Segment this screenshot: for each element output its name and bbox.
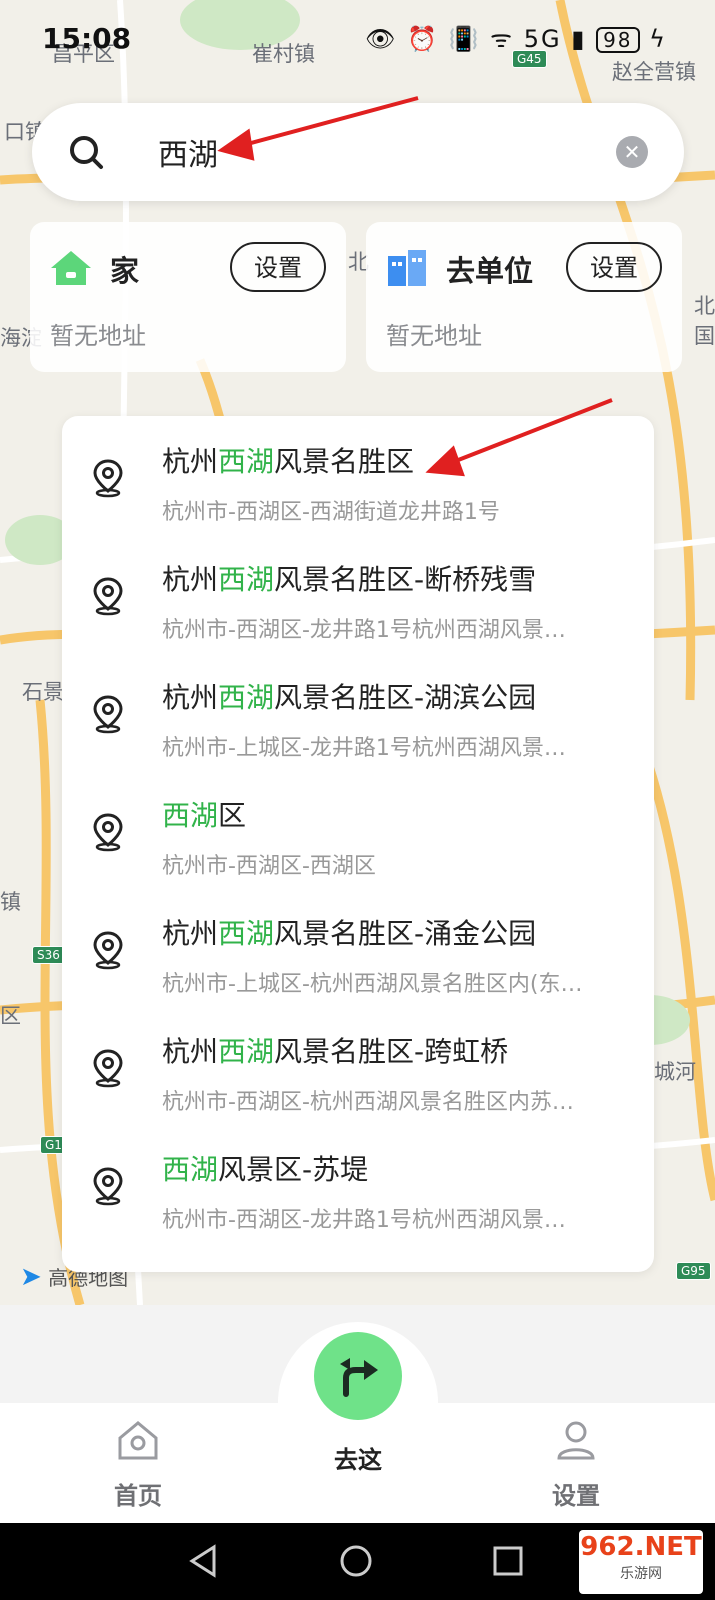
battery-icon: 98 bbox=[596, 27, 640, 53]
result-name: 杭州西湖风景名胜区-断桥残雪 bbox=[162, 558, 536, 598]
home-icon bbox=[118, 1421, 158, 1460]
result-item[interactable]: 杭州西湖风景名胜区-湖滨公园 杭州市-上城区-龙井路1号杭州西湖风景… bbox=[62, 660, 654, 780]
tab-settings-label: 设置 bbox=[552, 1482, 600, 1510]
result-name-prefix: 杭州 bbox=[162, 1035, 219, 1068]
result-name-suffix: 风景区-苏堤 bbox=[218, 1153, 369, 1186]
result-name: 西湖风景区-苏堤 bbox=[162, 1148, 368, 1188]
map-label: 城河 bbox=[654, 1060, 696, 1084]
result-name-prefix: 杭州 bbox=[162, 563, 219, 596]
location-pin-icon bbox=[93, 695, 123, 734]
result-address: 杭州市-西湖区-龙井路1号杭州西湖风景… bbox=[162, 1208, 566, 1233]
search-input[interactable]: 西湖 bbox=[158, 130, 218, 174]
result-name: 杭州西湖风景名胜区 bbox=[162, 440, 414, 480]
watermark-logo-text: 962.NET bbox=[580, 1532, 702, 1562]
status-indicator-icons: 👁 ⏰ 📳 ᯤ 5G ▮ bbox=[365, 25, 587, 53]
route-arrow-icon bbox=[340, 1358, 378, 1397]
home-circle-icon[interactable] bbox=[338, 1543, 374, 1579]
result-address: 杭州市-西湖区-西湖街道龙井路1号 bbox=[162, 500, 500, 525]
back-icon[interactable] bbox=[186, 1543, 222, 1579]
set-home-button[interactable]: 设置 bbox=[230, 242, 326, 292]
road-shield: G95 bbox=[676, 1262, 711, 1280]
location-pin-icon bbox=[93, 813, 123, 852]
tab-settings[interactable]: 设置 bbox=[506, 1418, 646, 1511]
set-work-button[interactable]: 设置 bbox=[566, 242, 662, 292]
tab-home[interactable]: 首页 bbox=[68, 1418, 208, 1511]
location-pin-icon bbox=[93, 1167, 123, 1206]
result-item[interactable]: 西湖区 杭州市-西湖区-西湖区 bbox=[62, 778, 654, 898]
result-address: 杭州市-西湖区-杭州西湖风景名胜区内苏… bbox=[162, 1090, 574, 1115]
watermark-logo: 962.NET 乐游网 bbox=[579, 1530, 703, 1594]
search-results-list: 杭州西湖风景名胜区 杭州市-西湖区-西湖街道龙井路1号 杭州西湖风景名胜区-断桥… bbox=[62, 416, 654, 1272]
go-here-button[interactable] bbox=[314, 1332, 402, 1420]
result-item[interactable]: 杭州西湖风景名胜区-跨虹桥 杭州市-西湖区-杭州西湖风景名胜区内苏… bbox=[62, 1014, 654, 1134]
result-name: 西湖区 bbox=[162, 794, 246, 834]
result-address: 杭州市-西湖区-龙井路1号杭州西湖风景… bbox=[162, 618, 566, 643]
location-pin-icon bbox=[93, 459, 123, 498]
map-label: 北国 bbox=[694, 294, 715, 348]
result-name-suffix: 风景名胜区-涌金公园 bbox=[274, 917, 537, 950]
result-name-suffix: 区 bbox=[218, 799, 247, 832]
work-address: 暂无地址 bbox=[386, 322, 482, 350]
result-name-suffix: 风景名胜区-断桥残雪 bbox=[274, 563, 537, 596]
status-bar: 15:08 👁 ⏰ 📳 ᯤ 5G ▮ 98 ϟ bbox=[0, 0, 715, 70]
result-name-suffix: 风景名胜区 bbox=[274, 445, 415, 478]
home-card[interactable]: 家 设置 暂无地址 bbox=[30, 222, 346, 372]
result-name: 杭州西湖风景名胜区-湖滨公园 bbox=[162, 676, 536, 716]
result-name-prefix: 杭州 bbox=[162, 445, 219, 478]
tab-home-label: 首页 bbox=[114, 1482, 162, 1510]
watermark-subtext: 乐游网 bbox=[620, 1566, 662, 1582]
result-address: 杭州市-上城区-杭州西湖风景名胜区内(东… bbox=[162, 972, 583, 997]
work-card[interactable]: 去单位 设置 暂无地址 bbox=[366, 222, 682, 372]
result-name-highlight: 西湖 bbox=[218, 563, 275, 596]
charging-icon: ϟ bbox=[649, 25, 667, 53]
result-name-suffix: 风景名胜区-湖滨公园 bbox=[274, 681, 537, 714]
map-label: 区 bbox=[0, 1004, 21, 1028]
result-item[interactable]: 杭州西湖风景名胜区 杭州市-西湖区-西湖街道龙井路1号 bbox=[62, 424, 654, 544]
clear-icon[interactable]: ✕ bbox=[616, 136, 648, 168]
result-name-highlight: 西湖 bbox=[218, 445, 275, 478]
result-address: 杭州市-西湖区-西湖区 bbox=[162, 854, 376, 879]
result-name-highlight: 西湖 bbox=[162, 799, 219, 832]
road-shield: S36 bbox=[32, 946, 65, 964]
location-pin-icon bbox=[93, 1049, 123, 1088]
status-icons: 👁 ⏰ 📳 ᯤ 5G ▮ 98 ϟ bbox=[365, 22, 667, 55]
result-name-highlight: 西湖 bbox=[218, 917, 275, 950]
result-name: 杭州西湖风景名胜区-跨虹桥 bbox=[162, 1030, 508, 1070]
status-time: 15:08 bbox=[42, 22, 132, 55]
work-title: 去单位 bbox=[446, 254, 534, 288]
home-icon bbox=[51, 251, 91, 285]
result-address: 杭州市-上城区-龙井路1号杭州西湖风景… bbox=[162, 736, 566, 761]
result-name-prefix: 杭州 bbox=[162, 917, 219, 950]
location-pin-icon bbox=[93, 577, 123, 616]
recents-icon[interactable] bbox=[490, 1543, 526, 1579]
map-label: 镇 bbox=[0, 890, 21, 914]
home-title: 家 bbox=[110, 254, 140, 288]
result-item[interactable]: 杭州西湖风景名胜区-断桥残雪 杭州市-西湖区-龙井路1号杭州西湖风景… bbox=[62, 542, 654, 662]
result-name-highlight: 西湖 bbox=[162, 1153, 219, 1186]
tab-go-label[interactable]: 去这 bbox=[318, 1440, 398, 1475]
home-address: 暂无地址 bbox=[50, 322, 146, 350]
search-icon bbox=[70, 136, 103, 169]
result-name-highlight: 西湖 bbox=[218, 681, 275, 714]
result-item[interactable]: 杭州西湖风景名胜区-涌金公园 杭州市-上城区-杭州西湖风景名胜区内(东… bbox=[62, 896, 654, 1016]
result-name: 杭州西湖风景名胜区-涌金公园 bbox=[162, 912, 536, 952]
office-building-icon bbox=[388, 250, 426, 286]
search-bar[interactable]: 西湖 ✕ bbox=[32, 103, 684, 201]
location-pin-icon bbox=[93, 931, 123, 970]
result-item[interactable]: 西湖风景区-苏堤 杭州市-西湖区-龙井路1号杭州西湖风景… bbox=[62, 1132, 654, 1252]
result-name-suffix: 风景名胜区-跨虹桥 bbox=[274, 1035, 509, 1068]
navigation-icon: ➤ bbox=[20, 1262, 42, 1292]
result-name-prefix: 杭州 bbox=[162, 681, 219, 714]
map-label: 石景 bbox=[22, 680, 64, 704]
user-icon bbox=[557, 1421, 595, 1460]
result-name-highlight: 西湖 bbox=[218, 1035, 275, 1068]
